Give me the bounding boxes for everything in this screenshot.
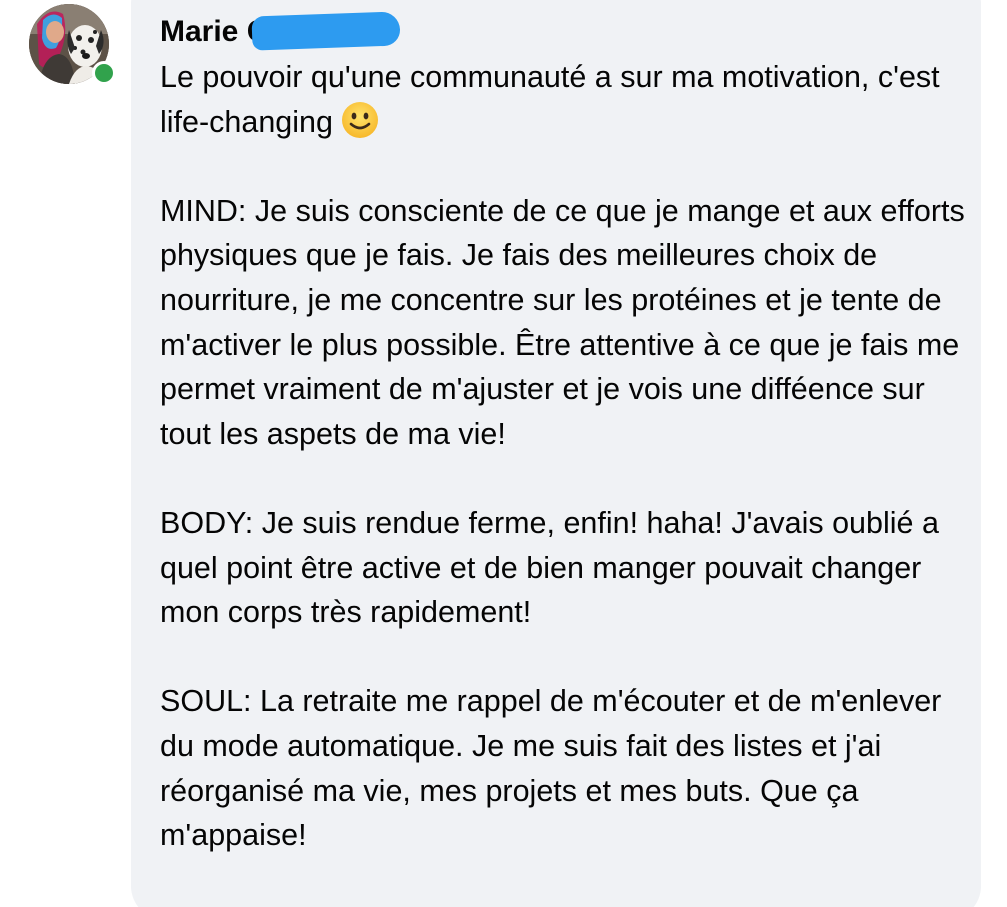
comment-paragraph-intro-text: Le pouvoir qu'une communauté a sur ma mo…: [160, 60, 940, 139]
comment-paragraph-mind: MIND: Je suis consciente de ce que je ma…: [160, 193, 965, 451]
comment-paragraph-intro: Le pouvoir qu'une communauté a sur ma mo…: [160, 55, 970, 144]
comment-paragraph-body: BODY: Je suis rendue ferme, enfin! haha!…: [160, 505, 939, 630]
slightly-smiling-face-icon: [341, 101, 379, 139]
online-status-indicator: [92, 61, 116, 85]
comment-paragraph-soul: SOUL: La retraite me rappel de m'écouter…: [160, 684, 942, 853]
name-redaction-scribble: [251, 11, 401, 51]
comment-text: Le pouvoir qu'une communauté a sur ma mo…: [160, 55, 970, 858]
